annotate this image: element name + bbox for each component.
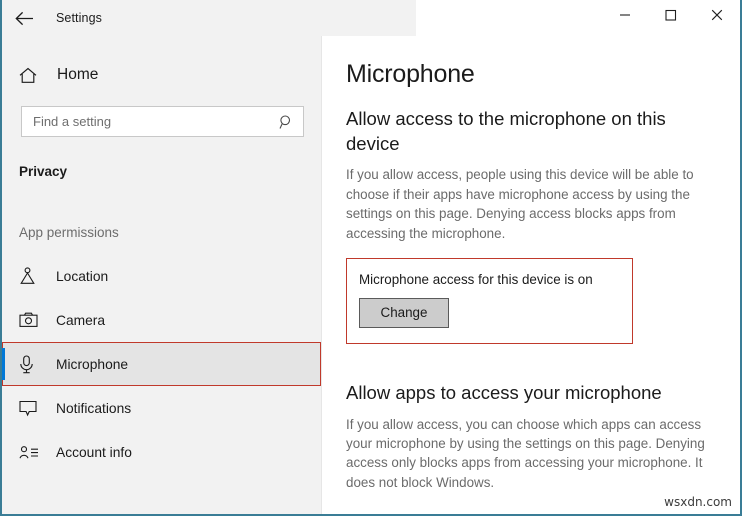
sidebar: Home Privacy App permissions [2, 36, 322, 514]
sidebar-item-account-info[interactable]: Account info [2, 430, 321, 474]
sidebar-section-title: Privacy [19, 164, 68, 179]
maximize-icon [665, 9, 677, 21]
sidebar-nav-list: Location Camera Microphone Notifications… [2, 254, 321, 474]
window-controls [416, 0, 740, 36]
minimize-button[interactable] [602, 0, 648, 30]
search-icon[interactable] [279, 114, 294, 129]
apps-section-heading: Allow apps to access your microphone [346, 381, 662, 403]
sidebar-item-microphone[interactable]: Microphone [2, 342, 321, 386]
back-arrow-icon [14, 11, 33, 25]
sidebar-item-label: Camera [56, 312, 106, 328]
minimize-icon [620, 14, 630, 16]
sidebar-item-label: Notifications [56, 400, 132, 416]
microphone-icon [19, 354, 53, 374]
sidebar-item-notifications[interactable]: Notifications [2, 386, 321, 430]
sidebar-item-location[interactable]: Location [2, 254, 321, 298]
close-button[interactable] [694, 0, 740, 30]
account-info-icon [19, 445, 53, 460]
settings-window: Settings Home Find a setting Privacy App… [0, 0, 742, 516]
maximize-button[interactable] [648, 0, 694, 30]
change-button[interactable]: Change [359, 297, 449, 328]
device-section-description: If you allow access, people using this d… [346, 167, 694, 241]
search-box[interactable] [21, 106, 304, 137]
apps-section-description: If you allow access, you can choose whic… [346, 416, 705, 490]
window-title: Settings [56, 11, 102, 25]
device-access-status-box: Microphone access for this device is on … [346, 257, 633, 344]
search-input[interactable] [22, 107, 303, 136]
watermark: wsxdn.com [664, 495, 732, 509]
notification-icon [19, 400, 53, 417]
sidebar-item-label: Account info [56, 444, 132, 460]
main-content: Microphone Allow access to the microphon… [323, 36, 740, 514]
location-icon [19, 267, 53, 285]
sidebar-group-label: App permissions [19, 225, 119, 240]
close-icon [711, 9, 723, 21]
home-label: Home [57, 66, 99, 83]
device-section-heading: Allow access to the microphone on this d… [346, 108, 666, 154]
sidebar-item-home[interactable]: Home [2, 55, 321, 95]
home-icon [19, 67, 53, 84]
camera-icon [19, 312, 53, 328]
sidebar-item-label: Location [56, 268, 109, 284]
status-badge: Microphone access for this device is on [359, 271, 593, 287]
sidebar-item-camera[interactable]: Camera [2, 298, 321, 342]
back-button[interactable] [2, 1, 46, 35]
page-title: Microphone [346, 60, 475, 88]
sidebar-item-label: Microphone [56, 356, 129, 372]
